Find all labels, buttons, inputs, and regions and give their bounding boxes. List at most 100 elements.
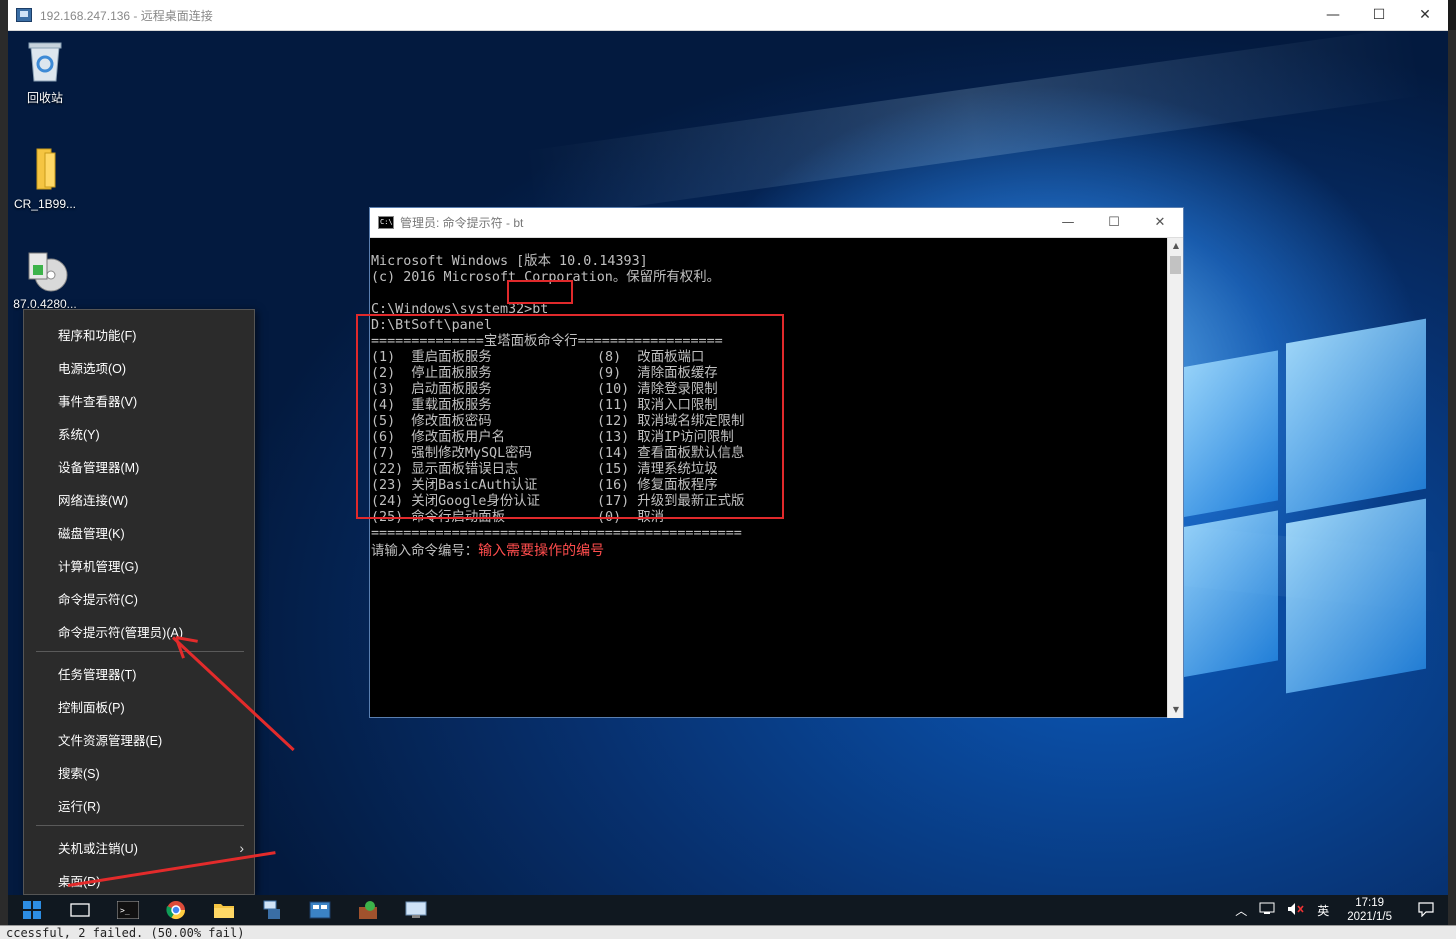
taskbar-chrome-button[interactable] xyxy=(152,895,200,925)
winx-menu-item-label: 任务管理器(T) xyxy=(58,668,137,682)
rdp-maximize-button[interactable]: ☐ xyxy=(1356,0,1402,31)
cmd-minimize-button[interactable]: — xyxy=(1045,208,1091,238)
scroll-down-icon[interactable]: ▼ xyxy=(1168,702,1184,718)
winx-menu-item[interactable]: 设备管理器(M) xyxy=(24,450,254,483)
winx-menu-item[interactable]: 程序和功能(F) xyxy=(24,318,254,351)
package-icon xyxy=(359,901,377,919)
winx-menu-item[interactable]: 搜索(S) xyxy=(24,756,254,789)
winx-menu-item[interactable]: 文件资源管理器(E) xyxy=(24,723,254,756)
task-view-icon xyxy=(70,903,90,917)
winx-menu-item[interactable]: 控制面板(P) xyxy=(24,690,254,723)
taskbar-explorer-button[interactable] xyxy=(200,895,248,925)
winx-menu-item-label: 设备管理器(M) xyxy=(58,461,140,475)
windows-start-icon xyxy=(23,901,41,919)
annotation-box-menu xyxy=(356,314,784,519)
rdp-title-bar: 192.168.247.136 - 远程桌面连接 — ☐ ✕ xyxy=(8,0,1448,31)
taskbar-clock[interactable]: 17:19 2021/1/5 xyxy=(1335,896,1404,924)
winx-menu-item[interactable]: 命令提示符(管理员)(A) xyxy=(24,615,254,648)
cmd-maximize-button[interactable]: ☐ xyxy=(1091,208,1137,238)
server-manager-icon xyxy=(263,900,280,919)
host-background-left xyxy=(0,0,8,939)
winx-menu-item-label: 程序和功能(F) xyxy=(58,329,137,343)
wallpaper-light-beam xyxy=(523,31,1425,221)
annotation-box-command xyxy=(507,280,573,304)
ime-indicator[interactable]: 英 xyxy=(1311,902,1335,919)
notification-center-icon[interactable] xyxy=(1404,901,1448,920)
winx-menu-item[interactable]: 任务管理器(T) xyxy=(24,657,254,690)
host-console-text: ccessful, 2 failed. (50.00% fail) xyxy=(0,925,1456,939)
taskbar-cmd-button[interactable]: >_ xyxy=(104,895,152,925)
winx-menu-item-label: 事件查看器(V) xyxy=(58,395,138,409)
winx-menu-item[interactable]: 网络连接(W) xyxy=(24,483,254,516)
windows-wallpaper-logo xyxy=(1158,318,1438,741)
winx-menu-item[interactable]: 计算机管理(G) xyxy=(24,549,254,582)
bt-menu-footer-rule: ========================================… xyxy=(371,526,742,541)
console-line: Microsoft Windows [版本 10.0.14393] xyxy=(371,254,648,269)
winx-menu-item-label: 运行(R) xyxy=(58,800,101,814)
winx-menu-item-label: 关机或注销(U) xyxy=(58,842,138,856)
tray-expand-icon[interactable]: ︿ xyxy=(1229,902,1253,919)
scroll-up-icon[interactable]: ▲ xyxy=(1168,238,1184,254)
system-tray: ︿ 英 17:19 2021/1/5 xyxy=(1229,895,1448,925)
volume-muted-icon[interactable] xyxy=(1281,902,1311,919)
scrollbar-thumb[interactable] xyxy=(1170,256,1181,274)
desktop-icon-label: 回收站 xyxy=(26,91,63,105)
console-line: (c) 2016 Microsoft Corporation。保留所有权利。 xyxy=(371,270,720,285)
cmd-scrollbar[interactable]: ▲ ▼ xyxy=(1167,238,1183,718)
desktop-icon-recycle-bin[interactable]: 回收站 xyxy=(8,39,82,106)
winx-menu-separator xyxy=(36,825,244,826)
svg-text:>_: >_ xyxy=(120,906,130,915)
annotation-hint: 输入需要操作的编号 xyxy=(478,542,605,558)
taskbar-package-button[interactable] xyxy=(344,895,392,925)
desktop-icon-folder[interactable]: CR_1B99... xyxy=(8,147,82,211)
cmd-title-bar[interactable]: C:\ 管理员: 命令提示符 - bt — ☐ ✕ xyxy=(370,208,1183,238)
chrome-icon xyxy=(166,901,185,920)
rdp-window-title: 192.168.247.136 - 远程桌面连接 xyxy=(40,8,213,23)
network-icon[interactable] xyxy=(1253,902,1281,918)
winx-menu-item[interactable]: 命令提示符(C) xyxy=(24,582,254,615)
cmd-icon: C:\ xyxy=(378,216,394,229)
file-explorer-icon xyxy=(214,904,234,918)
winx-menu-item[interactable]: 磁盘管理(K) xyxy=(24,516,254,549)
winx-menu-item-label: 命令提示符(C) xyxy=(58,593,138,607)
winx-menu-item[interactable]: 系统(Y) xyxy=(24,417,254,450)
winx-menu-item[interactable]: 运行(R) xyxy=(24,789,254,822)
console-input-line[interactable]: 请输入命令编号：输入需要操作的编号 xyxy=(371,542,1167,560)
computer-management-icon xyxy=(309,901,331,919)
start-button[interactable] xyxy=(8,895,56,925)
winx-menu-item-label: 控制面板(P) xyxy=(58,701,125,715)
remote-desktop-icon xyxy=(405,901,427,918)
winx-menu-item-label: 磁盘管理(K) xyxy=(58,527,125,541)
clock-date: 2021/1/5 xyxy=(1347,911,1392,923)
clock-time: 17:19 xyxy=(1355,897,1384,909)
winx-menu-item-label: 电源选项(O) xyxy=(58,362,127,376)
rdp-close-button[interactable]: ✕ xyxy=(1402,0,1448,31)
host-background-right xyxy=(1448,30,1456,939)
winx-menu-item[interactable]: 电源选项(O) xyxy=(24,351,254,384)
winx-menu-item-label: 系统(Y) xyxy=(58,428,100,442)
winx-menu-item[interactable]: 事件查看器(V) xyxy=(24,384,254,417)
input-prompt: 请输入命令编号： xyxy=(371,544,479,559)
remote-desktop: 回收站 CR_1B99... 87.0.4280... C:\ 管理员: 命令提… xyxy=(8,31,1448,895)
winx-menu-item[interactable]: 桌面(D) xyxy=(24,864,254,895)
taskbar-remote-desktop-button[interactable] xyxy=(392,895,440,925)
recycle-bin-icon xyxy=(25,39,65,83)
terminal-icon: >_ xyxy=(117,901,139,919)
cmd-window-title: 管理员: 命令提示符 - bt xyxy=(400,216,524,230)
folder-icon xyxy=(25,147,65,191)
taskbar-computer-management-button[interactable] xyxy=(296,895,344,925)
rdp-minimize-button[interactable]: — xyxy=(1310,0,1356,31)
task-view-button[interactable] xyxy=(56,895,104,925)
winx-menu-separator xyxy=(36,651,244,652)
winx-context-menu: 程序和功能(F) 电源选项(O) 事件查看器(V) 系统(Y) 设备管理器(M) 网络连接… xyxy=(23,309,255,895)
winx-menu-item-label: 命令提示符(管理员)(A) xyxy=(58,626,183,640)
chevron-right-icon: › xyxy=(239,839,244,856)
winx-menu-item-label: 文件资源管理器(E) xyxy=(58,734,163,748)
cmd-window[interactable]: C:\ 管理员: 命令提示符 - bt — ☐ ✕ Microsoft Wind… xyxy=(356,207,1184,718)
desktop-icon-installer[interactable]: 87.0.4280... xyxy=(8,247,82,311)
taskbar-server-manager-button[interactable] xyxy=(248,895,296,925)
cmd-close-button[interactable]: ✕ xyxy=(1137,208,1183,238)
desktop-icon-label: CR_1B99... xyxy=(13,197,77,211)
taskbar: >_ ︿ 英 17:19 2021/1/5 xyxy=(8,895,1448,925)
